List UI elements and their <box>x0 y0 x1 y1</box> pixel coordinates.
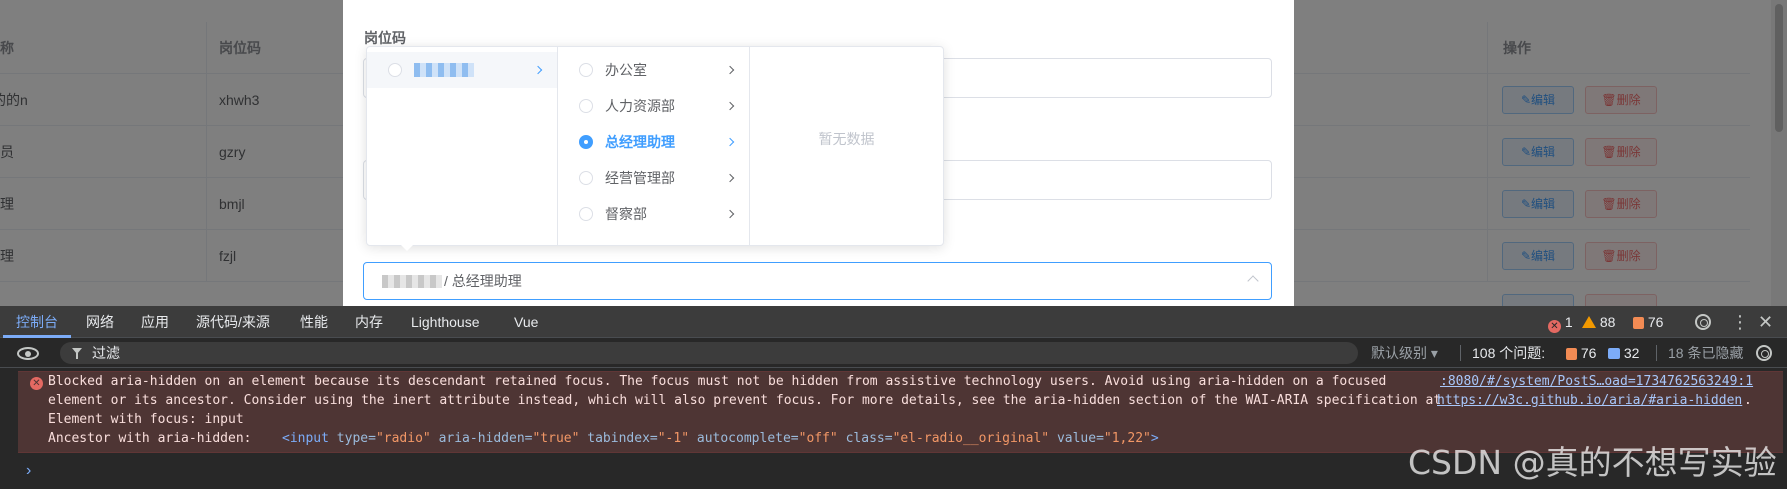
ancestor-element-snippet[interactable]: <input type="radio" aria-hidden="true" t… <box>282 429 1159 448</box>
divider <box>1656 345 1657 361</box>
issues-blue-value: 32 <box>1623 345 1640 361</box>
close-icon[interactable]: ✕ <box>1758 306 1773 338</box>
error-source-link[interactable]: :8080/#/system/PostS…oad=1734762563249:1 <box>1440 372 1753 391</box>
option-label: 督察部 <box>605 206 647 222</box>
devtools-tabbar: 控制台 网络 应用 源代码/来源 性能 内存 Lighthouse Vue ✕ … <box>0 306 1787 338</box>
radio-button-checked[interactable] <box>579 135 593 149</box>
blurred-text <box>414 63 474 77</box>
radio-button[interactable] <box>579 171 593 185</box>
divider <box>1460 345 1461 361</box>
issue-count[interactable]: 76 <box>1633 306 1663 338</box>
radio-button[interactable] <box>579 207 593 221</box>
log-level-select[interactable]: 默认级别 ▾ <box>1371 338 1438 368</box>
option-label: 经营管理部 <box>605 170 675 186</box>
chevron-right-icon <box>533 65 543 75</box>
issue-count-value: 76 <box>1647 314 1664 330</box>
period: . <box>1744 393 1752 408</box>
option-label: 人力资源部 <box>605 98 675 114</box>
error-count[interactable]: ✕ 1 <box>1548 306 1573 338</box>
cascader-value: / 总经理助理 <box>444 273 522 289</box>
tab-sources[interactable]: 源代码/来源 <box>196 306 270 338</box>
issues-blue[interactable]: 32 <box>1608 338 1639 368</box>
filter-input[interactable]: 过滤 <box>60 342 1358 364</box>
radio-button[interactable] <box>388 63 402 77</box>
watermark: CSDN @真的不想写实验 <box>1408 443 1777 482</box>
radio-button[interactable] <box>579 99 593 113</box>
error-text-line: Ancestor with aria-hidden: <box>48 431 252 446</box>
warning-count[interactable]: 88 <box>1582 306 1615 338</box>
issues-orange[interactable]: 76 <box>1566 338 1596 368</box>
option-label: 办公室 <box>605 62 647 78</box>
console-prompt[interactable]: › <box>26 462 31 480</box>
issue-icon <box>1566 348 1577 360</box>
tab-console[interactable]: 控制台 <box>16 306 58 338</box>
chevron-right-icon <box>725 101 735 111</box>
cascader-menu-level-3: 暂无数据 <box>750 47 943 245</box>
cascader-dropdown: 办公室 人力资源部 总经理助理 经营管理部 督察部 暂无数据 <box>366 46 944 246</box>
filter-icon <box>72 348 82 359</box>
error-text-line: Element with focus: input <box>48 412 244 427</box>
issues-orange-value: 76 <box>1580 345 1597 361</box>
chevron-right-icon <box>725 173 735 183</box>
department-cascader-input[interactable]: / 总经理助理 <box>363 262 1272 300</box>
eye-icon[interactable] <box>17 347 39 360</box>
warning-count-value: 88 <box>1599 314 1616 330</box>
blurred-text <box>382 275 442 288</box>
tab-memory[interactable]: 内存 <box>355 306 383 338</box>
error-icon: ✕ <box>30 377 43 390</box>
issue-icon <box>1633 317 1644 329</box>
console-settings-gear-icon[interactable] <box>1756 345 1772 361</box>
dropdown-arrow <box>401 245 413 251</box>
tab-network[interactable]: 网络 <box>86 306 114 338</box>
aria-spec-link[interactable]: https://w3c.github.io/aria/#aria-hidden <box>1437 391 1742 410</box>
hidden-count: 18 条已隐藏 <box>1668 345 1744 361</box>
error-icon: ✕ <box>1548 320 1561 333</box>
cascader-menu-level-1 <box>367 47 558 245</box>
chevron-right-icon <box>725 137 735 147</box>
error-count-value: 1 <box>1564 314 1573 330</box>
gear-icon[interactable] <box>1695 314 1711 330</box>
more-options-icon[interactable]: ⋮ <box>1731 306 1749 338</box>
cascader-option[interactable] <box>367 52 557 88</box>
info-icon <box>1608 348 1620 359</box>
cascader-option-inspection[interactable]: 督察部 <box>558 196 749 232</box>
tab-lighthouse[interactable]: Lighthouse <box>411 306 480 338</box>
cascader-option-hr[interactable]: 人力资源部 <box>558 88 749 124</box>
option-label: 总经理助理 <box>605 134 675 150</box>
warning-icon <box>1582 316 1596 328</box>
issues-label[interactable]: 108 个问题: <box>1472 338 1545 368</box>
chevron-right-icon <box>725 209 735 219</box>
error-text-line: Blocked aria-hidden on an element becaus… <box>48 374 1387 389</box>
error-text-line: element or its ancestor. Consider using … <box>48 393 1442 408</box>
empty-text: 暂无数据 <box>818 131 875 147</box>
filter-placeholder: 过滤 <box>92 345 120 361</box>
tab-performance[interactable]: 性能 <box>300 306 328 338</box>
tab-vue[interactable]: Vue <box>514 306 538 338</box>
post-code-label: 岗位码 <box>364 30 406 46</box>
cascader-option-office[interactable]: 办公室 <box>558 52 749 88</box>
chevron-up-icon <box>1247 275 1259 287</box>
chevron-right-icon <box>725 65 735 75</box>
tab-application[interactable]: 应用 <box>141 306 169 338</box>
cascader-menu-level-2: 办公室 人力资源部 总经理助理 经营管理部 督察部 <box>558 47 750 245</box>
cascader-option-gm-assistant[interactable]: 总经理助理 <box>558 124 749 160</box>
cascader-option-operations[interactable]: 经营管理部 <box>558 160 749 196</box>
radio-button[interactable] <box>579 63 593 77</box>
console-filter-bar: 过滤 默认级别 ▾ 108 个问题: 76 32 18 条已隐藏 <box>0 338 1787 368</box>
